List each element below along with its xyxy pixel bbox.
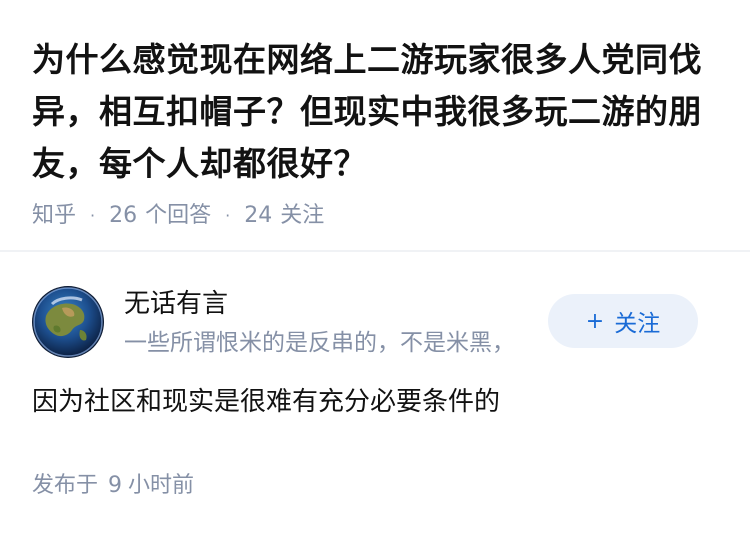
author-name[interactable]: 无话有言	[124, 287, 544, 321]
earth-globe-avatar-icon	[32, 286, 104, 358]
question-meta: 知乎 · 26 个回答 · 24 关注	[32, 202, 718, 230]
plus-icon: +	[585, 308, 605, 334]
section-divider	[0, 250, 750, 252]
avatar[interactable]	[32, 286, 104, 358]
follow-button-label: 关注	[614, 311, 661, 337]
author-info: 无话有言 一些所谓恨米的是反串的，不是米黑，	[124, 286, 544, 359]
author-bio: 一些所谓恨米的是反串的，不是米黑，	[124, 330, 515, 356]
question-title[interactable]: 为什么感觉现在网络上二游玩家很多人党同伐异，相互扣帽子？但现实中我很多玩二游的朋…	[32, 34, 718, 190]
separator-dot: ·	[90, 206, 96, 225]
question-header: 为什么感觉现在网络上二游玩家很多人党同伐异，相互扣帽子？但现实中我很多玩二游的朋…	[0, 0, 750, 228]
follow-button[interactable]: + 关注	[548, 294, 698, 348]
answer-count-label[interactable]: 个回答	[145, 202, 211, 230]
separator-dot: ·	[225, 206, 231, 225]
answer-count: 26	[109, 203, 138, 228]
follower-count-label[interactable]: 关注	[280, 202, 324, 230]
time-prefix: 发布于	[32, 473, 99, 498]
time-suffix: 小时前	[128, 473, 195, 498]
answer-card: 无话有言 一些所谓恨米的是反串的，不是米黑， + 关注 因为社区和现实是很难有充…	[0, 286, 750, 500]
answer-timestamp: 发布于 9 小时前	[32, 472, 718, 500]
source-label[interactable]: 知乎	[32, 202, 76, 230]
author-row: 无话有言 一些所谓恨米的是反串的，不是米黑， + 关注	[32, 286, 718, 390]
time-value: 9	[108, 473, 123, 498]
follower-count: 24	[244, 203, 273, 228]
